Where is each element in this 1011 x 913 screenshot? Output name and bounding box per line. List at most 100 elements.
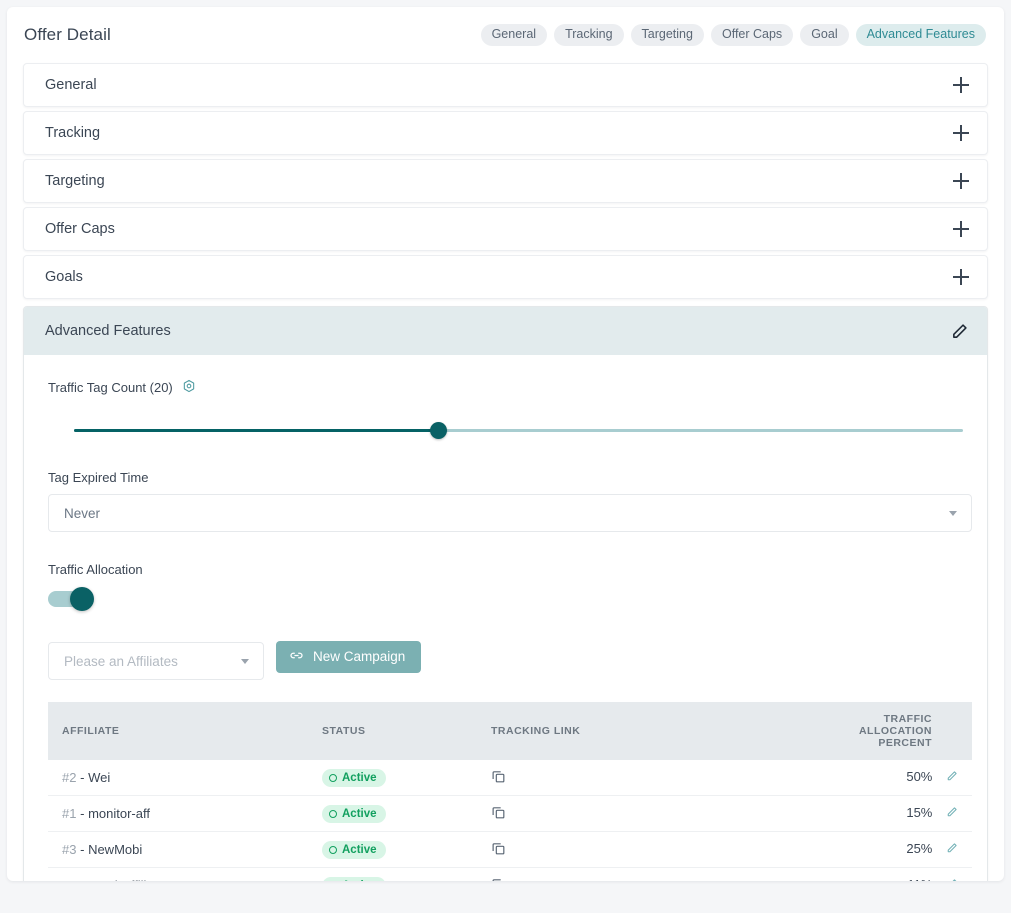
advanced-features-body: Traffic Tag Count (20) Tag Expired Time …: [24, 355, 987, 881]
percent-cell: 50%: [839, 760, 972, 796]
pencil-small-icon[interactable]: [945, 879, 958, 881]
traffic-tag-count-row: Traffic Tag Count (20): [48, 379, 963, 396]
status-badge: Active: [322, 768, 386, 787]
tag-expired-time-value: Never: [64, 505, 101, 521]
accordion-row-offer-caps[interactable]: Offer Caps: [23, 207, 988, 251]
page-title: Offer Detail: [24, 25, 111, 44]
status-cell: Active: [308, 831, 477, 868]
plus-icon[interactable]: [953, 173, 969, 189]
plus-icon[interactable]: [953, 221, 969, 237]
tracking-link-cell[interactable]: [477, 868, 839, 881]
percent-value: 15%: [906, 805, 933, 820]
accordion-list: General Tracking Targeting Offer Caps Go…: [7, 63, 1004, 299]
traffic-tag-count-label: Traffic Tag Count (20): [48, 380, 173, 395]
accordion-row-tracking[interactable]: Tracking: [23, 111, 988, 155]
plus-icon[interactable]: [953, 269, 969, 285]
table-header: AFFILIATE STATUS TRACKING LINK TRAFFIC A…: [48, 702, 972, 760]
chevron-down-icon: [241, 658, 249, 664]
affiliate-number: #1: [62, 806, 77, 821]
status-circle-icon: [329, 809, 337, 818]
copy-icon[interactable]: [491, 770, 506, 787]
slider-thumb[interactable]: [430, 422, 447, 439]
copy-icon[interactable]: [491, 806, 506, 823]
table-row[interactable]: #4 - SouthAffiliate Active: [48, 868, 972, 882]
affiliate-dash: -: [80, 842, 85, 857]
toggle-knob: [70, 587, 94, 611]
affiliate-number: #3: [62, 842, 77, 857]
status-cell: Active: [308, 760, 477, 796]
accordion-label: Targeting: [45, 173, 105, 189]
traffic-tag-count-slider[interactable]: [48, 422, 963, 440]
table-row[interactable]: #1 - monitor-aff Active 15%: [48, 795, 972, 832]
affiliate-name: Wei: [88, 770, 111, 785]
affiliate-name: monitor-aff: [88, 806, 150, 821]
new-campaign-button[interactable]: New Campaign: [276, 640, 422, 673]
percent-cell: 15%: [839, 795, 972, 832]
table-header-row: AFFILIATE STATUS TRACKING LINK TRAFFIC A…: [48, 702, 972, 760]
tracking-link-cell[interactable]: [477, 831, 839, 868]
table-row[interactable]: #2 - Wei Active 50%: [48, 760, 972, 796]
accordion-row-goals[interactable]: Goals: [23, 255, 988, 299]
status-cell: Active: [308, 868, 477, 882]
traffic-allocation-table: AFFILIATE STATUS TRACKING LINK TRAFFIC A…: [48, 702, 972, 881]
slider-fill: [74, 429, 438, 432]
status-circle-icon: [329, 773, 337, 782]
plus-icon[interactable]: [953, 77, 969, 93]
advanced-features-header[interactable]: Advanced Features: [24, 307, 987, 355]
tracking-link-cell[interactable]: [477, 760, 839, 796]
affiliate-cell: #1 - monitor-aff: [48, 795, 308, 832]
settings-hex-icon[interactable]: [182, 379, 196, 396]
status-label: Active: [342, 771, 377, 784]
traffic-allocation-toggle[interactable]: [48, 587, 94, 611]
chip-general[interactable]: General: [480, 24, 548, 46]
affiliate-cell: #4 - SouthAffiliate: [48, 868, 308, 881]
copy-icon[interactable]: [491, 878, 506, 881]
offer-detail-page: Offer Detail General Tracking Targeting …: [7, 7, 1004, 881]
traffic-allocation-label: Traffic Allocation: [48, 562, 143, 577]
affiliate-number: #2: [62, 770, 77, 785]
accordion-row-general[interactable]: General: [23, 63, 988, 107]
advanced-features-title: Advanced Features: [45, 323, 171, 339]
table-body: #2 - Wei Active 50% #1 - monitor-aff Act…: [48, 760, 972, 881]
status-label: Active: [342, 880, 377, 882]
accordion-label: Goals: [45, 269, 83, 285]
affiliate-name: NewMobi: [88, 842, 143, 857]
page-header: Offer Detail General Tracking Targeting …: [7, 7, 1004, 63]
tracking-link-cell[interactable]: [477, 795, 839, 832]
status-cell: Active: [308, 795, 477, 832]
accordion-label: General: [45, 77, 97, 93]
chip-advanced-features[interactable]: Advanced Features: [855, 24, 986, 46]
status-badge: Active: [322, 876, 386, 882]
affiliate-select-placeholder: Please an Affiliates: [64, 653, 178, 669]
status-badge: Active: [322, 804, 386, 823]
status-circle-icon: [329, 845, 337, 854]
affiliate-cell: #3 - NewMobi: [48, 831, 308, 868]
percent-value: 50%: [906, 769, 933, 784]
chip-offer-caps[interactable]: Offer Caps: [710, 24, 794, 46]
accordion-label: Tracking: [45, 125, 101, 141]
accordion-row-targeting[interactable]: Targeting: [23, 159, 988, 203]
affiliate-select[interactable]: Please an Affiliates: [48, 642, 264, 680]
pencil-small-icon[interactable]: [945, 807, 958, 822]
copy-icon[interactable]: [491, 842, 506, 859]
pencil-small-icon[interactable]: [945, 771, 958, 786]
pencil-small-icon[interactable]: [945, 843, 958, 858]
tag-expired-time-select[interactable]: Never: [48, 494, 972, 532]
column-header-status: STATUS: [308, 702, 477, 760]
tag-expired-time-block: Tag Expired Time Never: [48, 470, 972, 532]
percent-value: 11%: [907, 877, 932, 881]
plus-icon[interactable]: [953, 125, 969, 141]
pencil-icon[interactable]: [949, 321, 969, 341]
affiliate-number: #4: [62, 878, 76, 881]
affiliate-dash: -: [80, 806, 85, 821]
percent-cell: 25%: [839, 831, 972, 868]
chip-goal[interactable]: Goal: [800, 24, 849, 46]
chip-tracking[interactable]: Tracking: [554, 24, 624, 46]
status-label: Active: [342, 843, 377, 856]
tag-expired-time-label: Tag Expired Time: [48, 470, 149, 485]
accordion-label: Offer Caps: [45, 221, 115, 237]
table-row[interactable]: #3 - NewMobi Active 25%: [48, 831, 972, 868]
column-header-affiliate: AFFILIATE: [48, 702, 308, 760]
chip-targeting[interactable]: Targeting: [630, 24, 704, 46]
percent-value: 25%: [906, 841, 933, 856]
